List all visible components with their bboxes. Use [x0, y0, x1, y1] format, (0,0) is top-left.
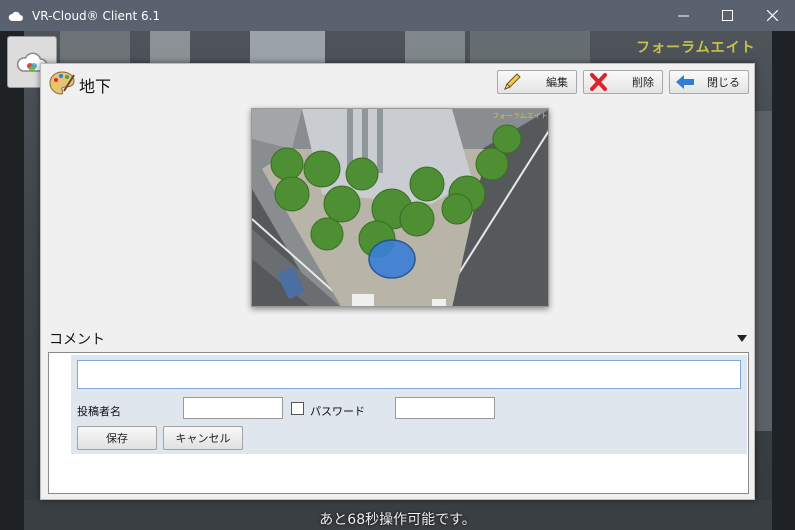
delete-button[interactable]: 削除 — [583, 70, 663, 94]
password-label: パスワード — [310, 405, 365, 418]
scene-building — [250, 31, 325, 63]
scene-marker-circle — [368, 239, 416, 279]
blue-arrow-left-icon — [676, 75, 694, 89]
window-title: VR-Cloud® Client 6.1 — [32, 8, 161, 23]
scene-photo-illustration: フォーラムエイト — [252, 109, 548, 306]
scene-building — [405, 31, 465, 63]
poster-name-label: 投稿者名 — [77, 405, 121, 418]
close-icon — [766, 10, 778, 21]
pencil-icon — [504, 73, 521, 90]
scene-building — [0, 31, 24, 530]
close-window-button[interactable] — [749, 0, 795, 31]
scene-brand-sign: フォーラムエイト — [636, 40, 756, 56]
password-checkbox[interactable] — [291, 402, 304, 415]
edit-button[interactable]: 編集 — [497, 70, 577, 94]
palette-icon — [49, 71, 75, 95]
minimize-button[interactable] — [660, 0, 706, 31]
comment-panel: 投稿者名 パスワード 保存 キャンセル — [48, 352, 749, 494]
close-dialog-button[interactable]: 閉じる — [669, 70, 749, 94]
scene-building — [470, 31, 590, 63]
scene-building — [755, 111, 772, 431]
dialog-title: 地下 — [79, 77, 112, 96]
cancel-button[interactable]: キャンセル — [163, 426, 243, 450]
comment-input[interactable] — [77, 360, 741, 389]
scene-photo: フォーラムエイト — [251, 108, 549, 307]
close-dialog-button-label: 閉じる — [707, 76, 740, 89]
poster-name-input[interactable] — [183, 397, 283, 419]
edit-button-label: 編集 — [546, 76, 568, 89]
remaining-time-status: あと68秒操作可能です。 — [319, 512, 476, 528]
save-button[interactable]: 保存 — [77, 426, 157, 450]
triangle-down-icon[interactable] — [737, 335, 747, 342]
annotation-dialog: 地下 編集 削除 閉じる フォーラムエイト コメント 投稿者名 パスワード 保存… — [40, 63, 755, 500]
photo-brand-sign: フォーラムエイト — [492, 112, 548, 120]
scene-building — [150, 31, 190, 67]
delete-button-label: 削除 — [632, 76, 654, 89]
cloud-icon — [8, 11, 23, 21]
password-input[interactable] — [395, 397, 495, 419]
scene-building — [772, 31, 795, 530]
maximize-button[interactable] — [704, 0, 750, 31]
comment-section-label: コメント — [49, 332, 105, 348]
comment-form: 投稿者名 パスワード 保存 キャンセル — [71, 355, 747, 454]
minimize-icon — [677, 15, 689, 17]
red-x-icon — [590, 73, 607, 91]
dialog-header: 地下 編集 削除 閉じる — [41, 64, 754, 102]
window-titlebar: VR-Cloud® Client 6.1 — [0, 0, 795, 31]
maximize-icon — [721, 10, 733, 21]
